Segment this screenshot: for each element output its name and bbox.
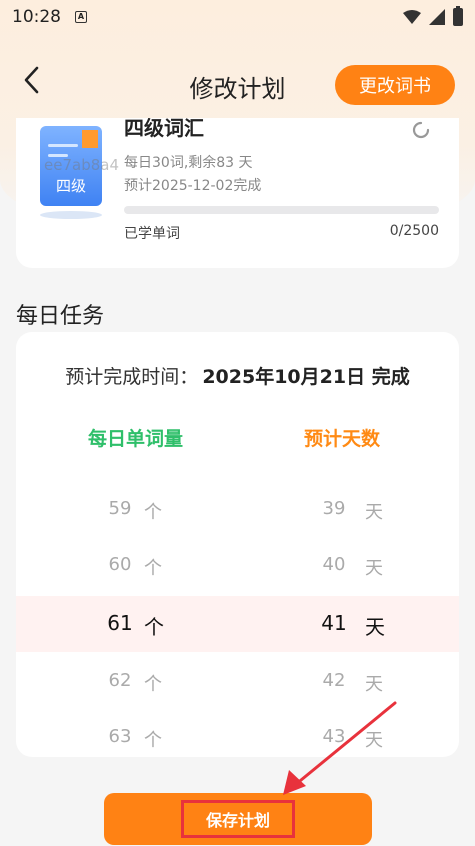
watermark: ee7ab8a4: [44, 156, 119, 174]
status-icons: [403, 6, 463, 26]
cover-decoration: [48, 144, 78, 147]
wifi-icon: [403, 10, 421, 24]
days-value: 43: [322, 726, 346, 747]
finish-time-value: 2025年10月21日 完成: [202, 366, 410, 388]
words-unit: 个: [144, 502, 162, 523]
daily-task-card: 预计完成时间： 2025年10月21日 完成 每日单词量 预计天数 59 个 39…: [16, 332, 459, 757]
expected-finish-info: 预计2025-12-02完成: [124, 178, 262, 194]
words-value: 60: [108, 554, 132, 575]
days-unit: 天: [365, 558, 383, 579]
picker-row[interactable]: 60 个 40 天: [16, 538, 459, 594]
words-unit: 个: [144, 730, 162, 751]
days-value: 40: [322, 554, 346, 575]
days-value: 42: [322, 670, 346, 691]
words-value: 63: [108, 726, 132, 747]
signal-icon: [429, 9, 445, 25]
app-notification-icon: A: [75, 11, 87, 23]
picker-row-selected[interactable]: 61 个 41 天: [16, 596, 459, 652]
days-unit: 天: [365, 615, 385, 639]
status-time: 10:28: [12, 7, 61, 27]
days-unit: 天: [365, 502, 383, 523]
picker-row[interactable]: 59 个 39 天: [16, 482, 459, 538]
book-card: 四级 ee7ab8a4 四级词汇 每日30词,剩余83 天 预计2025-12-…: [16, 118, 459, 268]
learned-count: 0/2500: [389, 223, 439, 239]
daily-words-header: 每日单词量: [88, 428, 184, 450]
expected-days-header: 预计天数: [304, 428, 381, 450]
picker-row[interactable]: 63 个 43 天: [16, 710, 459, 757]
book-shadow: [40, 211, 102, 219]
words-unit: 个: [144, 674, 162, 695]
section-title: 每日任务: [16, 304, 105, 329]
words-value: 59: [108, 498, 132, 519]
change-book-button[interactable]: 更改词书: [335, 65, 455, 105]
words-value: 62: [108, 670, 132, 691]
picker-row[interactable]: 62 个 42 天: [16, 654, 459, 710]
days-unit: 天: [365, 730, 383, 751]
battery-icon: [453, 6, 463, 26]
header: 修改计划 更改词书: [0, 55, 475, 111]
finish-time-row: 预计完成时间： 2025年10月21日 完成: [16, 362, 459, 389]
book-name: 四级词汇: [124, 118, 204, 140]
loading-icon: [412, 121, 430, 139]
words-unit: 个: [144, 615, 164, 639]
daily-words-info: 每日30词,剩余83 天: [124, 155, 253, 171]
learned-label: 已学单词: [124, 226, 180, 242]
status-bar: 10:28 A: [0, 0, 475, 34]
finish-time-label: 预计完成时间：: [65, 366, 199, 388]
save-plan-button[interactable]: 保存计划: [104, 793, 372, 845]
days-value: 41: [321, 611, 347, 635]
bookmark-icon: [82, 130, 98, 148]
learning-progress-bar: [124, 206, 439, 214]
days-unit: 天: [365, 674, 383, 695]
save-plan-label: 保存计划: [180, 800, 295, 838]
words-value: 61: [107, 611, 133, 635]
words-unit: 个: [144, 558, 162, 579]
days-value: 39: [322, 498, 346, 519]
book-cover-label: 四级: [55, 177, 86, 195]
plan-picker[interactable]: 59 个 39 天 60 个 40 天 61 个 41 天 62 个 42 天 …: [16, 482, 459, 757]
